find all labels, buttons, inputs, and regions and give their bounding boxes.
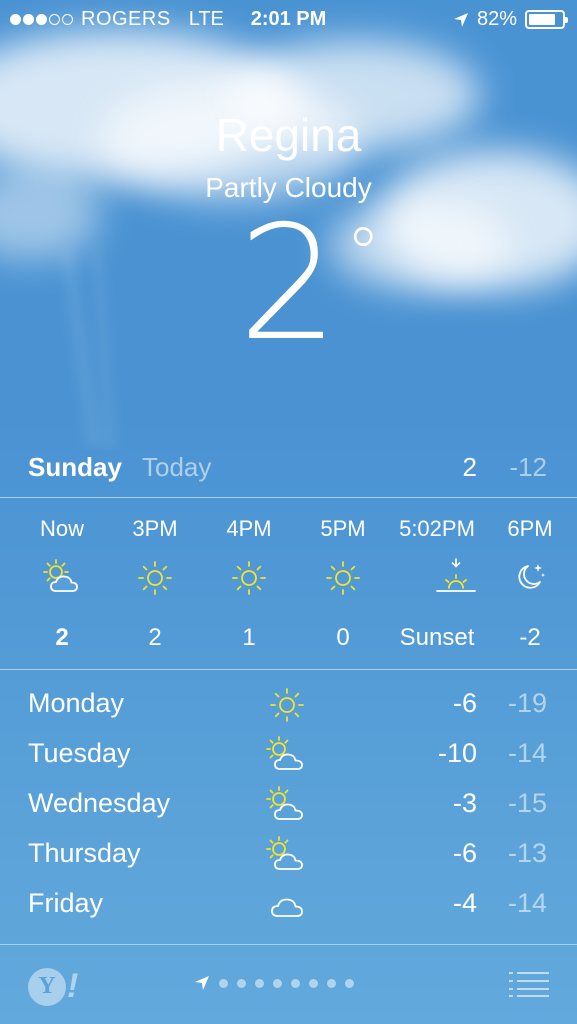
bottom-bar: Y ! [0,945,577,1024]
today-day-name: Sunday [28,452,122,482]
partly-cloudy-icon [266,836,303,870]
partly-cloudy-icon [266,786,303,820]
sun-icon [326,561,360,595]
partly-cloudy-icon [43,559,78,592]
battery-percent: 82% [476,8,517,30]
daily-high: -6 [452,838,477,868]
daily-day-name: Wednesday [28,788,171,818]
daily-high: -10 [437,738,477,768]
city-name: Regina [215,109,362,161]
daily-low: -14 [507,738,547,768]
hourly-item: 6PM -2 [475,500,577,668]
sun-icon [270,688,304,722]
today-low: -12 [509,452,547,482]
battery-icon [525,10,568,29]
daily-low: -15 [507,788,547,818]
current-temperature-block: 2 ° [0,205,577,363]
daily-row: Thursday -6 -13 [0,830,577,880]
daily-row: Friday -4 -14 [0,880,577,930]
location-arrow-icon [453,12,468,27]
divider-top [0,497,577,498]
daily-day-name: Monday [28,688,125,718]
yahoo-logo-icon[interactable]: Y ! [28,967,78,1006]
carrier-name: ROGERS [81,8,171,30]
sunset-icon [436,558,476,592]
divider-middle [0,669,577,670]
degree-symbol: ° [345,213,381,295]
yahoo-logo-circle: Y [28,967,66,1006]
daily-row: Monday -6 -19 [0,680,577,730]
today-high: 2 [462,452,477,482]
daily-low: -19 [507,688,547,718]
hourly-forecast[interactable]: Now 2 3PM 2 4PM 1 5PM 0 5:02PM Sunset 6P… [0,500,577,668]
hourly-time: 6PM [507,516,553,541]
daily-low: -13 [507,838,547,868]
page-dot[interactable] [309,978,318,988]
daily-day-name: Tuesday [28,738,131,768]
network-type: LTE [188,8,224,30]
daily-high: -6 [452,688,477,718]
daily-day-name: Thursday [28,838,141,868]
location-arrow-icon [195,976,209,990]
today-label: Today [142,452,212,482]
sun-icon [232,561,266,595]
daily-high: -3 [452,788,477,818]
daily-row: Tuesday -10 -14 [0,730,577,780]
daily-day-name: Friday [28,888,104,918]
page-dot[interactable] [273,978,282,988]
page-dot[interactable] [255,978,264,988]
today-summary-row: Sunday Today 2 -12 [0,440,577,496]
page-indicator[interactable] [194,975,354,991]
daily-high: -4 [452,888,477,918]
hourly-temp: -2 [519,624,541,651]
sun-icon [138,561,172,595]
current-temperature: 2 [238,192,339,376]
yahoo-logo-bang: ! [67,967,79,1005]
page-dot[interactable] [327,978,336,988]
page-dot[interactable] [219,978,228,988]
partly-cloudy-icon [266,736,303,770]
cloud-icon [271,898,303,917]
status-bar: ROGERS LTE 2:01 PM 82% [0,0,577,38]
moon-icon [518,564,545,589]
signal-strength-icon [10,14,73,25]
list-icon[interactable] [509,971,549,997]
daily-row: Wednesday -3 -15 [0,780,577,830]
page-dot[interactable] [345,978,354,988]
page-dot[interactable] [291,978,300,988]
page-dot[interactable] [237,978,246,988]
daily-low: -14 [507,888,547,918]
